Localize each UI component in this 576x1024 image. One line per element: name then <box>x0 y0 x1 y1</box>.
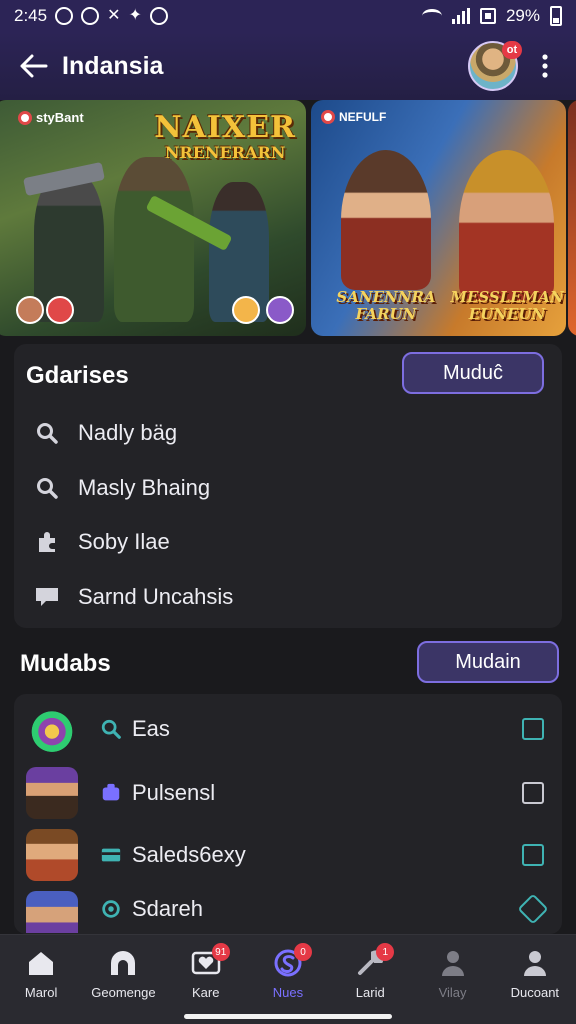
list-item[interactable]: Masly Bhaing <box>34 468 210 508</box>
nav-item-ducoant[interactable]: Ducoant <box>494 935 576 1024</box>
search-icon <box>34 420 60 446</box>
status-bar: 2:45 ✕ ✦ 29% <box>0 0 576 32</box>
app-thumbnail <box>26 829 78 881</box>
nav-item-geomenge[interactable]: Geomenge <box>82 935 164 1024</box>
list-item[interactable]: Sdareh <box>26 885 556 933</box>
list-item[interactable]: Pulsensl <box>26 761 556 825</box>
more-vertical-icon <box>542 54 548 78</box>
muduc-button[interactable]: Muduĉ <box>402 352 544 394</box>
signal-icon <box>451 8 470 24</box>
list-item[interactable]: Soby Ilae <box>34 522 170 562</box>
close-x-icon: ✕ <box>107 7 121 24</box>
app-bar: Indansia ot <box>0 32 576 100</box>
character-art <box>341 150 431 290</box>
search-icon <box>98 716 124 742</box>
brand-logo-icon <box>18 110 32 125</box>
home-icon <box>24 947 58 979</box>
avatar-badge: ot <box>502 41 522 59</box>
refresh-icon <box>98 896 124 922</box>
user-icon <box>518 947 552 979</box>
sync-icon <box>149 7 168 25</box>
banner-carousel[interactable]: styBant NAIXER NRENERARN NEFULF SANENNRA… <box>0 100 576 338</box>
back-button[interactable] <box>16 48 52 84</box>
clock-icon <box>81 7 100 25</box>
home-indicator[interactable] <box>184 1014 392 1019</box>
banner-card-3[interactable] <box>568 100 576 336</box>
app-thumbnail <box>26 703 78 755</box>
section-title: Gdarises <box>26 362 129 389</box>
nav-item-marol[interactable]: Marol <box>0 935 82 1024</box>
player-avatar <box>16 296 44 324</box>
arch-icon <box>106 947 140 979</box>
banner-headline: NAIXER NRENERARN <box>154 110 296 162</box>
mudain-button[interactable]: Mudain <box>417 641 559 683</box>
battery-percent: 29% <box>505 6 540 25</box>
list-item[interactable]: Sarnd Uncahsis <box>34 577 233 617</box>
banner-card-2[interactable]: NEFULF SANENNRA FARUN MESSLEMAN EUNEUN <box>311 100 566 336</box>
nav-badge: 0 <box>293 943 312 961</box>
player-avatar <box>46 296 74 324</box>
checkbox[interactable] <box>522 844 544 866</box>
battery-icon <box>550 6 562 26</box>
banner-title-left: SANENNRA FARUN <box>336 288 436 323</box>
cast-icon: ✦ <box>128 7 142 24</box>
checkbox[interactable] <box>517 893 549 925</box>
tag-icon <box>98 780 124 806</box>
notification-icon <box>55 7 74 25</box>
status-time: 2:45 <box>14 6 48 25</box>
section-title: Mudabs <box>20 650 111 677</box>
app-thumbnail <box>26 891 78 933</box>
banner-card-1[interactable]: styBant NAIXER NRENERARN <box>0 100 306 336</box>
character-art <box>114 157 194 322</box>
person-icon <box>436 947 470 979</box>
screen-record-icon <box>479 8 496 24</box>
banner-brand: NEFULF <box>321 110 386 124</box>
banner-title-right: MESSLEMAN EUNEUN <box>450 288 564 323</box>
brand-logo-icon <box>321 110 335 124</box>
nav-item-nues[interactable]: 0 Nues <box>247 935 329 1024</box>
list-item[interactable]: Eas <box>26 697 556 761</box>
checkbox[interactable] <box>522 782 544 804</box>
banner-brand: styBant <box>18 110 84 125</box>
puzzle-icon <box>34 529 60 555</box>
card-icon <box>98 842 124 868</box>
message-icon <box>34 584 60 610</box>
bottom-nav: Marol Geomenge 91 Kare 0 Nues 1 Larid Vi… <box>0 934 576 1024</box>
player-avatar <box>232 296 260 324</box>
character-art <box>459 150 554 300</box>
page-title: Indansia <box>62 51 164 80</box>
search-icon <box>34 475 60 501</box>
nav-badge: 91 <box>211 943 230 961</box>
nav-badge: 1 <box>376 943 395 961</box>
player-avatar <box>266 296 294 324</box>
wifi-icon <box>421 9 442 23</box>
nav-item-vilay[interactable]: Vilay <box>411 935 493 1024</box>
list-item[interactable]: Saleds6exy <box>26 823 556 887</box>
app-thumbnail <box>26 767 78 819</box>
more-options-button[interactable] <box>530 46 560 86</box>
nav-item-larid[interactable]: 1 Larid <box>329 935 411 1024</box>
list-item[interactable]: Nadly bäg <box>34 413 177 453</box>
checkbox[interactable] <box>522 718 544 740</box>
nav-item-kare[interactable]: 91 Kare <box>165 935 247 1024</box>
profile-avatar-button[interactable]: ot <box>468 41 522 91</box>
arrow-left-icon <box>20 54 48 78</box>
